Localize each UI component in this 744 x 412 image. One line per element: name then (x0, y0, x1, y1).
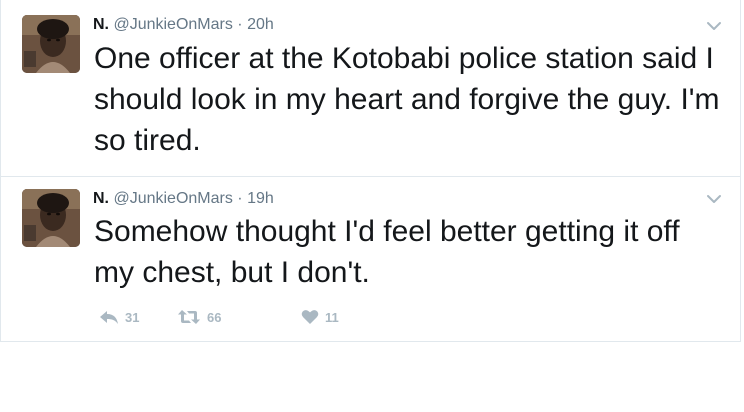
separator: · (237, 190, 243, 207)
chevron-down-icon[interactable] (706, 20, 722, 32)
tweet-actions: 31 66 11 (99, 307, 339, 327)
chevron-down-icon[interactable] (706, 193, 722, 205)
tweet-text: Somehow thought I'd feel better getting … (94, 215, 680, 289)
tweet-header: N. @JunkieOnMars · 20h (93, 15, 274, 35)
tweet-text: One officer at the Kotobabi police stati… (94, 42, 720, 157)
tweet-card[interactable]: N. @JunkieOnMars · 20h One officer at th… (0, 0, 741, 177)
tweet-header: N. @JunkieOnMars · 19h (93, 189, 274, 209)
reply-count: 31 (125, 309, 140, 325)
tweet-card[interactable]: N. @JunkieOnMars · 19h Somehow thought I… (0, 176, 741, 342)
avatar[interactable] (22, 15, 80, 73)
separator: · (237, 16, 243, 33)
reply-icon (100, 311, 118, 324)
like-count: 11 (325, 309, 339, 325)
user-handle[interactable]: @JunkieOnMars (113, 16, 232, 33)
retweet-icon (178, 310, 200, 324)
retweet-button[interactable]: 66 (177, 309, 301, 325)
like-button[interactable]: 11 (301, 309, 339, 325)
profile-photo-icon (22, 189, 80, 247)
timestamp[interactable]: 19h (247, 190, 274, 207)
user-handle[interactable]: @JunkieOnMars (113, 190, 232, 207)
avatar[interactable] (22, 189, 80, 247)
display-name[interactable]: N. (93, 190, 109, 207)
heart-icon (301, 310, 319, 324)
reply-button[interactable]: 31 (99, 309, 177, 325)
display-name[interactable]: N. (93, 16, 109, 33)
retweet-count: 66 (207, 309, 222, 325)
profile-photo-icon (22, 15, 80, 73)
timestamp[interactable]: 20h (247, 16, 274, 33)
